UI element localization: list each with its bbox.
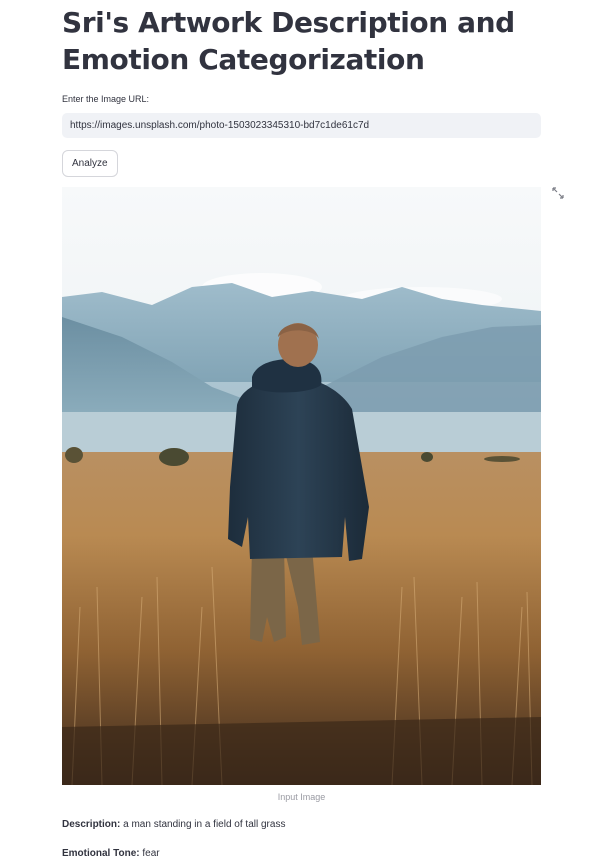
url-input[interactable] <box>62 113 541 138</box>
main-content: Sri's Artwork Description and Emotion Ca… <box>62 0 541 860</box>
input-image-graphic <box>62 187 541 785</box>
page-title: Sri's Artwork Description and Emotion Ca… <box>62 6 515 76</box>
description-result: Description: a man standing in a field o… <box>62 818 541 832</box>
url-input-label: Enter the Image URL: <box>62 94 150 104</box>
analyze-button[interactable]: Analyze <box>62 150 118 177</box>
app-page: Sri's Artwork Description and Emotion Ca… <box>0 0 590 860</box>
image-caption: Input Image <box>277 792 326 802</box>
emotional-tone-result: Emotional Tone: fear <box>62 847 541 860</box>
expand-icon-graphic <box>552 187 564 199</box>
description-label: Description: <box>62 819 121 830</box>
expand-icon[interactable] <box>551 186 565 200</box>
input-image <box>62 187 541 785</box>
emotional-tone-value: fear <box>142 848 160 859</box>
description-value: a man standing in a field of tall grass <box>123 819 286 830</box>
emotional-tone-label: Emotional Tone: <box>62 848 140 859</box>
